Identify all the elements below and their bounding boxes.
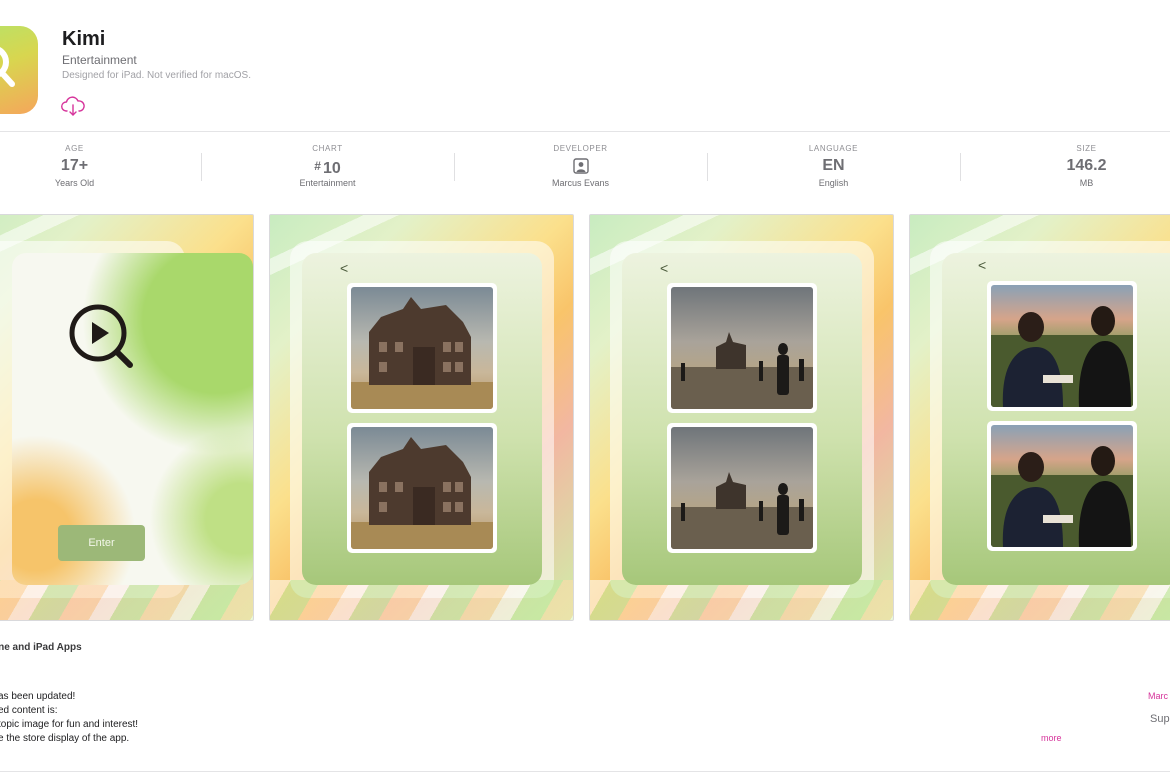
- compatibility-heading: one and iPad Apps: [0, 642, 82, 653]
- info-sub: Marcus Evans: [551, 178, 610, 188]
- divider: [0, 131, 1170, 132]
- photo-card-couple[interactable]: [987, 281, 1137, 411]
- chart-rank: 10: [322, 160, 341, 177]
- divider: [0, 771, 1170, 772]
- info-value: EN: [822, 157, 845, 174]
- photo-card-field[interactable]: [667, 423, 817, 553]
- screenshot-3[interactable]: <: [589, 214, 894, 621]
- info-value: #10: [201, 156, 454, 177]
- info-sub: English: [818, 178, 849, 188]
- field-image: [671, 287, 813, 409]
- release-note-line: ed content is:: [0, 705, 58, 716]
- couple-image: [991, 425, 1133, 547]
- photo-card-couple[interactable]: [987, 421, 1137, 551]
- hash-symbol: #: [314, 159, 321, 173]
- couple-scene: [991, 446, 1133, 547]
- play-search-icon: [69, 304, 133, 368]
- couple-scene: [991, 306, 1133, 407]
- house-scene: [351, 437, 493, 549]
- info-value: 17+: [60, 157, 89, 174]
- field-scene: [671, 472, 813, 549]
- info-label: CHART: [312, 144, 343, 153]
- screenshot-4[interactable]: <: [909, 214, 1170, 621]
- back-chevron-icon[interactable]: <: [340, 260, 348, 276]
- info-chart[interactable]: CHART #10 Entertainment: [201, 139, 454, 193]
- info-label: SIZE: [1076, 144, 1097, 153]
- release-note-line: topic image for fun and interest!: [0, 719, 139, 730]
- more-link[interactable]: more: [1041, 733, 1062, 743]
- photo-card-house[interactable]: [347, 423, 497, 553]
- app-name: Kimi: [62, 28, 106, 50]
- back-chevron-icon[interactable]: <: [660, 260, 668, 276]
- field-image: [671, 427, 813, 549]
- compatibility-note: Designed for iPad. Not verified for macO…: [62, 70, 251, 81]
- info-developer[interactable]: DEVELOPER Marcus Evans: [454, 139, 707, 193]
- photo-card-house[interactable]: [347, 283, 497, 413]
- info-label: LANGUAGE: [808, 144, 859, 153]
- version-date: Marc: [1148, 691, 1168, 701]
- developer-person-icon: [572, 158, 589, 174]
- info-value: [454, 156, 707, 176]
- release-notes: as been updated! ed content is: topic im…: [0, 690, 138, 746]
- info-sub: Years Old: [54, 178, 95, 188]
- enter-button[interactable]: Enter: [58, 525, 145, 561]
- screenshot-2[interactable]: <: [269, 214, 574, 621]
- info-size: SIZE 146.2 MB: [960, 139, 1170, 193]
- couple-image: [991, 285, 1133, 407]
- info-language[interactable]: LANGUAGE EN English: [707, 139, 960, 193]
- release-note-line: e the store display of the app.: [0, 733, 130, 744]
- release-note-line: as been updated!: [0, 691, 76, 702]
- app-category: Entertainment: [62, 53, 137, 67]
- search-glyph-icon: [0, 47, 15, 87]
- app-icon: [0, 26, 38, 114]
- field-scene: [671, 332, 813, 409]
- info-strip: AGE 17+ Years Old CHART #10 Entertainmen…: [0, 139, 1170, 193]
- back-chevron-icon[interactable]: <: [978, 257, 986, 273]
- house-image: [351, 287, 493, 409]
- info-age: AGE 17+ Years Old: [0, 139, 201, 193]
- house-scene: [351, 297, 493, 409]
- support-label[interactable]: Sup: [1150, 713, 1170, 725]
- info-label: AGE: [65, 144, 84, 153]
- info-label: DEVELOPER: [553, 144, 608, 153]
- info-sub: Entertainment: [299, 178, 356, 188]
- cloud-download-icon[interactable]: [61, 95, 85, 117]
- info-value: 146.2: [1066, 157, 1107, 174]
- info-sub: MB: [1079, 178, 1094, 188]
- house-image: [351, 427, 493, 549]
- photo-card-field[interactable]: [667, 283, 817, 413]
